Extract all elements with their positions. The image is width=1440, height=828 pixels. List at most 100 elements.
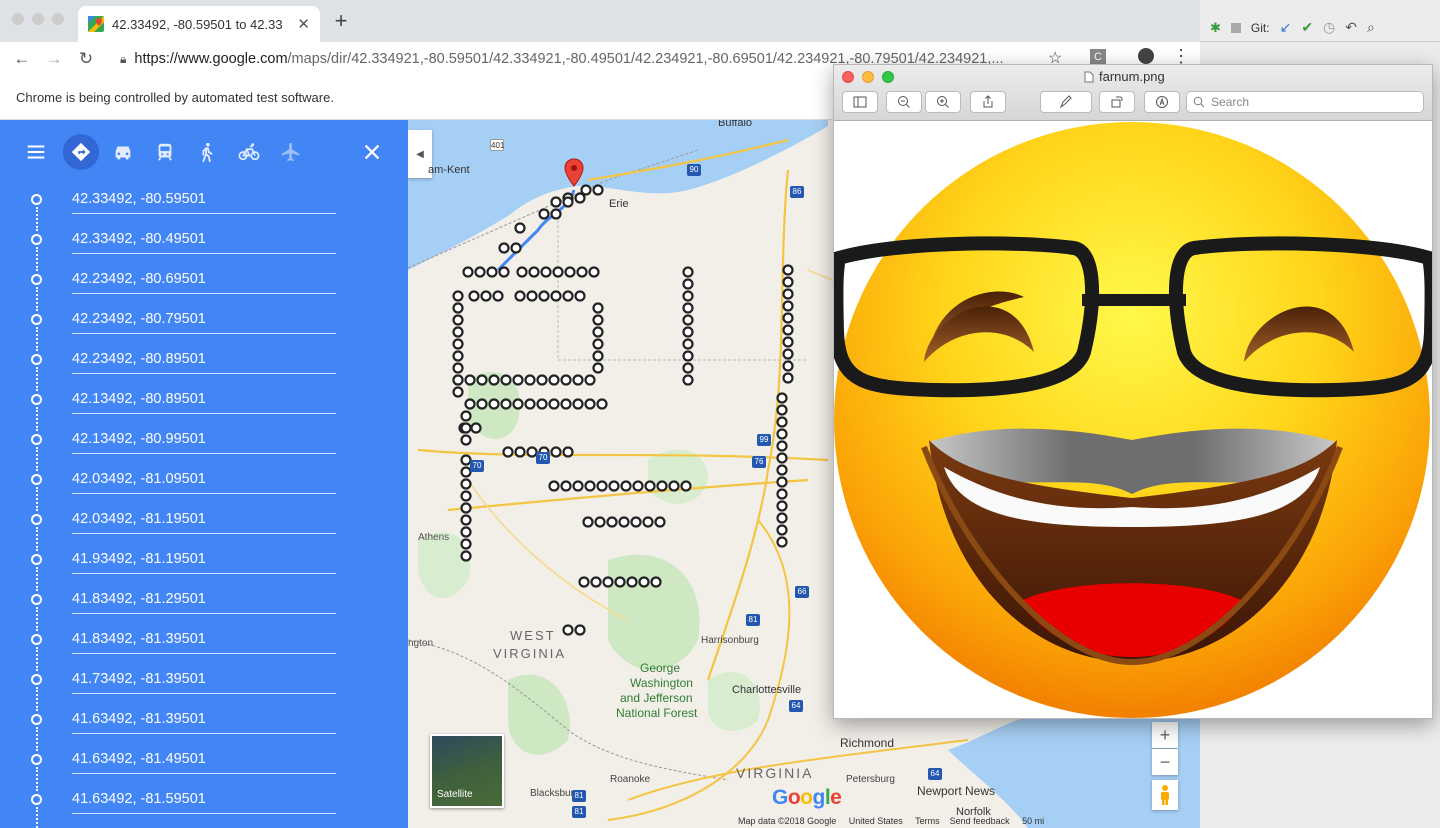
- route-waypoint-ring[interactable]: [592, 338, 604, 350]
- minimize-window-button[interactable]: [32, 13, 44, 25]
- route-waypoint-ring[interactable]: [460, 410, 472, 422]
- route-waypoint-ring[interactable]: [584, 480, 596, 492]
- route-waypoint-ring[interactable]: [460, 434, 472, 446]
- route-waypoint-ring[interactable]: [654, 516, 666, 528]
- waypoint-row[interactable]: 42.33492, -80.59501: [0, 180, 408, 231]
- route-waypoint-ring[interactable]: [492, 290, 504, 302]
- route-waypoint-ring[interactable]: [572, 374, 584, 386]
- route-waypoint-ring[interactable]: [452, 302, 464, 314]
- waypoint-input[interactable]: 42.23492, -80.69501: [72, 271, 206, 287]
- route-waypoint-ring[interactable]: [608, 480, 620, 492]
- start-marker-icon[interactable]: [564, 158, 584, 188]
- terms-link[interactable]: Terms: [915, 816, 940, 826]
- waypoint-input[interactable]: 42.03492, -81.09501: [72, 471, 206, 487]
- back-arrow-icon[interactable]: ←: [6, 49, 38, 69]
- route-waypoint-ring[interactable]: [460, 490, 472, 502]
- sidebar-toggle-icon[interactable]: [842, 91, 878, 113]
- route-waypoint-ring[interactable]: [528, 266, 540, 278]
- route-waypoint-ring[interactable]: [776, 428, 788, 440]
- route-waypoint-ring[interactable]: [498, 266, 510, 278]
- route-waypoint-ring[interactable]: [460, 514, 472, 526]
- route-waypoint-ring[interactable]: [562, 624, 574, 636]
- walk-icon[interactable]: [189, 134, 225, 170]
- route-waypoint-ring[interactable]: [460, 538, 472, 550]
- route-waypoint-ring[interactable]: [540, 266, 552, 278]
- route-waypoint-ring[interactable]: [682, 338, 694, 350]
- route-waypoint-ring[interactable]: [602, 576, 614, 588]
- route-waypoint-ring[interactable]: [574, 290, 586, 302]
- route-waypoint-ring[interactable]: [584, 398, 596, 410]
- route-waypoint-ring[interactable]: [512, 398, 524, 410]
- waypoint-row[interactable]: 41.63492, -81.59501: [0, 780, 408, 828]
- route-waypoint-ring[interactable]: [776, 464, 788, 476]
- route-waypoint-ring[interactable]: [776, 440, 788, 452]
- route-waypoint-ring[interactable]: [548, 374, 560, 386]
- route-waypoint-ring[interactable]: [606, 516, 618, 528]
- route-waypoint-ring[interactable]: [560, 398, 572, 410]
- route-waypoint-ring[interactable]: [584, 374, 596, 386]
- waypoint-input[interactable]: 42.33492, -80.59501: [72, 191, 206, 207]
- waypoint-row[interactable]: 41.63492, -81.39501: [0, 700, 408, 751]
- route-waypoint-ring[interactable]: [460, 478, 472, 490]
- car-icon[interactable]: [105, 134, 141, 170]
- route-waypoint-ring[interactable]: [562, 446, 574, 458]
- route-waypoint-ring[interactable]: [682, 374, 694, 386]
- waypoint-row[interactable]: 42.03492, -81.19501: [0, 500, 408, 551]
- route-waypoint-ring[interactable]: [588, 266, 600, 278]
- zoom-in-icon[interactable]: [925, 91, 961, 113]
- waypoint-input[interactable]: 42.03492, -81.19501: [72, 511, 206, 527]
- route-waypoint-ring[interactable]: [464, 398, 476, 410]
- route-waypoint-ring[interactable]: [592, 350, 604, 362]
- route-waypoint-ring[interactable]: [776, 452, 788, 464]
- route-waypoint-ring[interactable]: [776, 488, 788, 500]
- waypoint-input[interactable]: 42.13492, -80.89501: [72, 391, 206, 407]
- close-window-button[interactable]: [12, 13, 24, 25]
- route-waypoint-ring[interactable]: [476, 398, 488, 410]
- route-waypoint-ring[interactable]: [548, 398, 560, 410]
- route-waypoint-ring[interactable]: [562, 196, 574, 208]
- route-waypoint-ring[interactable]: [452, 374, 464, 386]
- route-waypoint-ring[interactable]: [776, 536, 788, 548]
- route-waypoint-ring[interactable]: [510, 242, 522, 254]
- route-waypoint-ring[interactable]: [550, 446, 562, 458]
- route-waypoint-ring[interactable]: [460, 502, 472, 514]
- route-waypoint-ring[interactable]: [452, 326, 464, 338]
- route-waypoint-ring[interactable]: [782, 348, 794, 360]
- waypoint-row[interactable]: 42.13492, -80.99501: [0, 420, 408, 471]
- waypoint-row[interactable]: 41.73492, -81.39501: [0, 660, 408, 711]
- waypoint-input[interactable]: 41.73492, -81.39501: [72, 671, 206, 687]
- stop-icon[interactable]: [1230, 22, 1241, 33]
- route-waypoint-ring[interactable]: [486, 266, 498, 278]
- waypoint-row[interactable]: 42.03492, -81.09501: [0, 460, 408, 511]
- route-waypoint-ring[interactable]: [514, 222, 526, 234]
- route-waypoint-ring[interactable]: [452, 338, 464, 350]
- git-history-icon[interactable]: ◷: [1323, 19, 1335, 36]
- tab-close-icon[interactable]: ✕: [297, 15, 310, 33]
- route-waypoint-ring[interactable]: [538, 290, 550, 302]
- route-waypoint-ring[interactable]: [576, 266, 588, 278]
- route-waypoint-ring[interactable]: [680, 480, 692, 492]
- route-waypoint-ring[interactable]: [592, 302, 604, 314]
- share-icon[interactable]: [970, 91, 1006, 113]
- route-waypoint-ring[interactable]: [476, 374, 488, 386]
- route-waypoint-ring[interactable]: [592, 314, 604, 326]
- route-waypoint-ring[interactable]: [782, 324, 794, 336]
- route-waypoint-ring[interactable]: [488, 398, 500, 410]
- route-waypoint-ring[interactable]: [470, 422, 482, 434]
- waypoint-input[interactable]: 41.93492, -81.19501: [72, 551, 206, 567]
- route-waypoint-ring[interactable]: [590, 576, 602, 588]
- route-waypoint-ring[interactable]: [572, 398, 584, 410]
- route-waypoint-ring[interactable]: [638, 576, 650, 588]
- waypoint-input[interactable]: 42.23492, -80.89501: [72, 351, 206, 367]
- markup-pen-icon[interactable]: [1040, 91, 1092, 113]
- route-waypoint-ring[interactable]: [524, 374, 536, 386]
- route-waypoint-ring[interactable]: [562, 290, 574, 302]
- waypoint-row[interactable]: 42.13492, -80.89501: [0, 380, 408, 431]
- route-waypoint-ring[interactable]: [550, 208, 562, 220]
- git-commit-icon[interactable]: ✔: [1301, 19, 1313, 36]
- route-waypoint-ring[interactable]: [452, 350, 464, 362]
- waypoint-input[interactable]: 42.33492, -80.49501: [72, 231, 206, 247]
- route-waypoint-ring[interactable]: [776, 392, 788, 404]
- zoom-window-button[interactable]: [882, 71, 894, 83]
- route-waypoint-ring[interactable]: [578, 576, 590, 588]
